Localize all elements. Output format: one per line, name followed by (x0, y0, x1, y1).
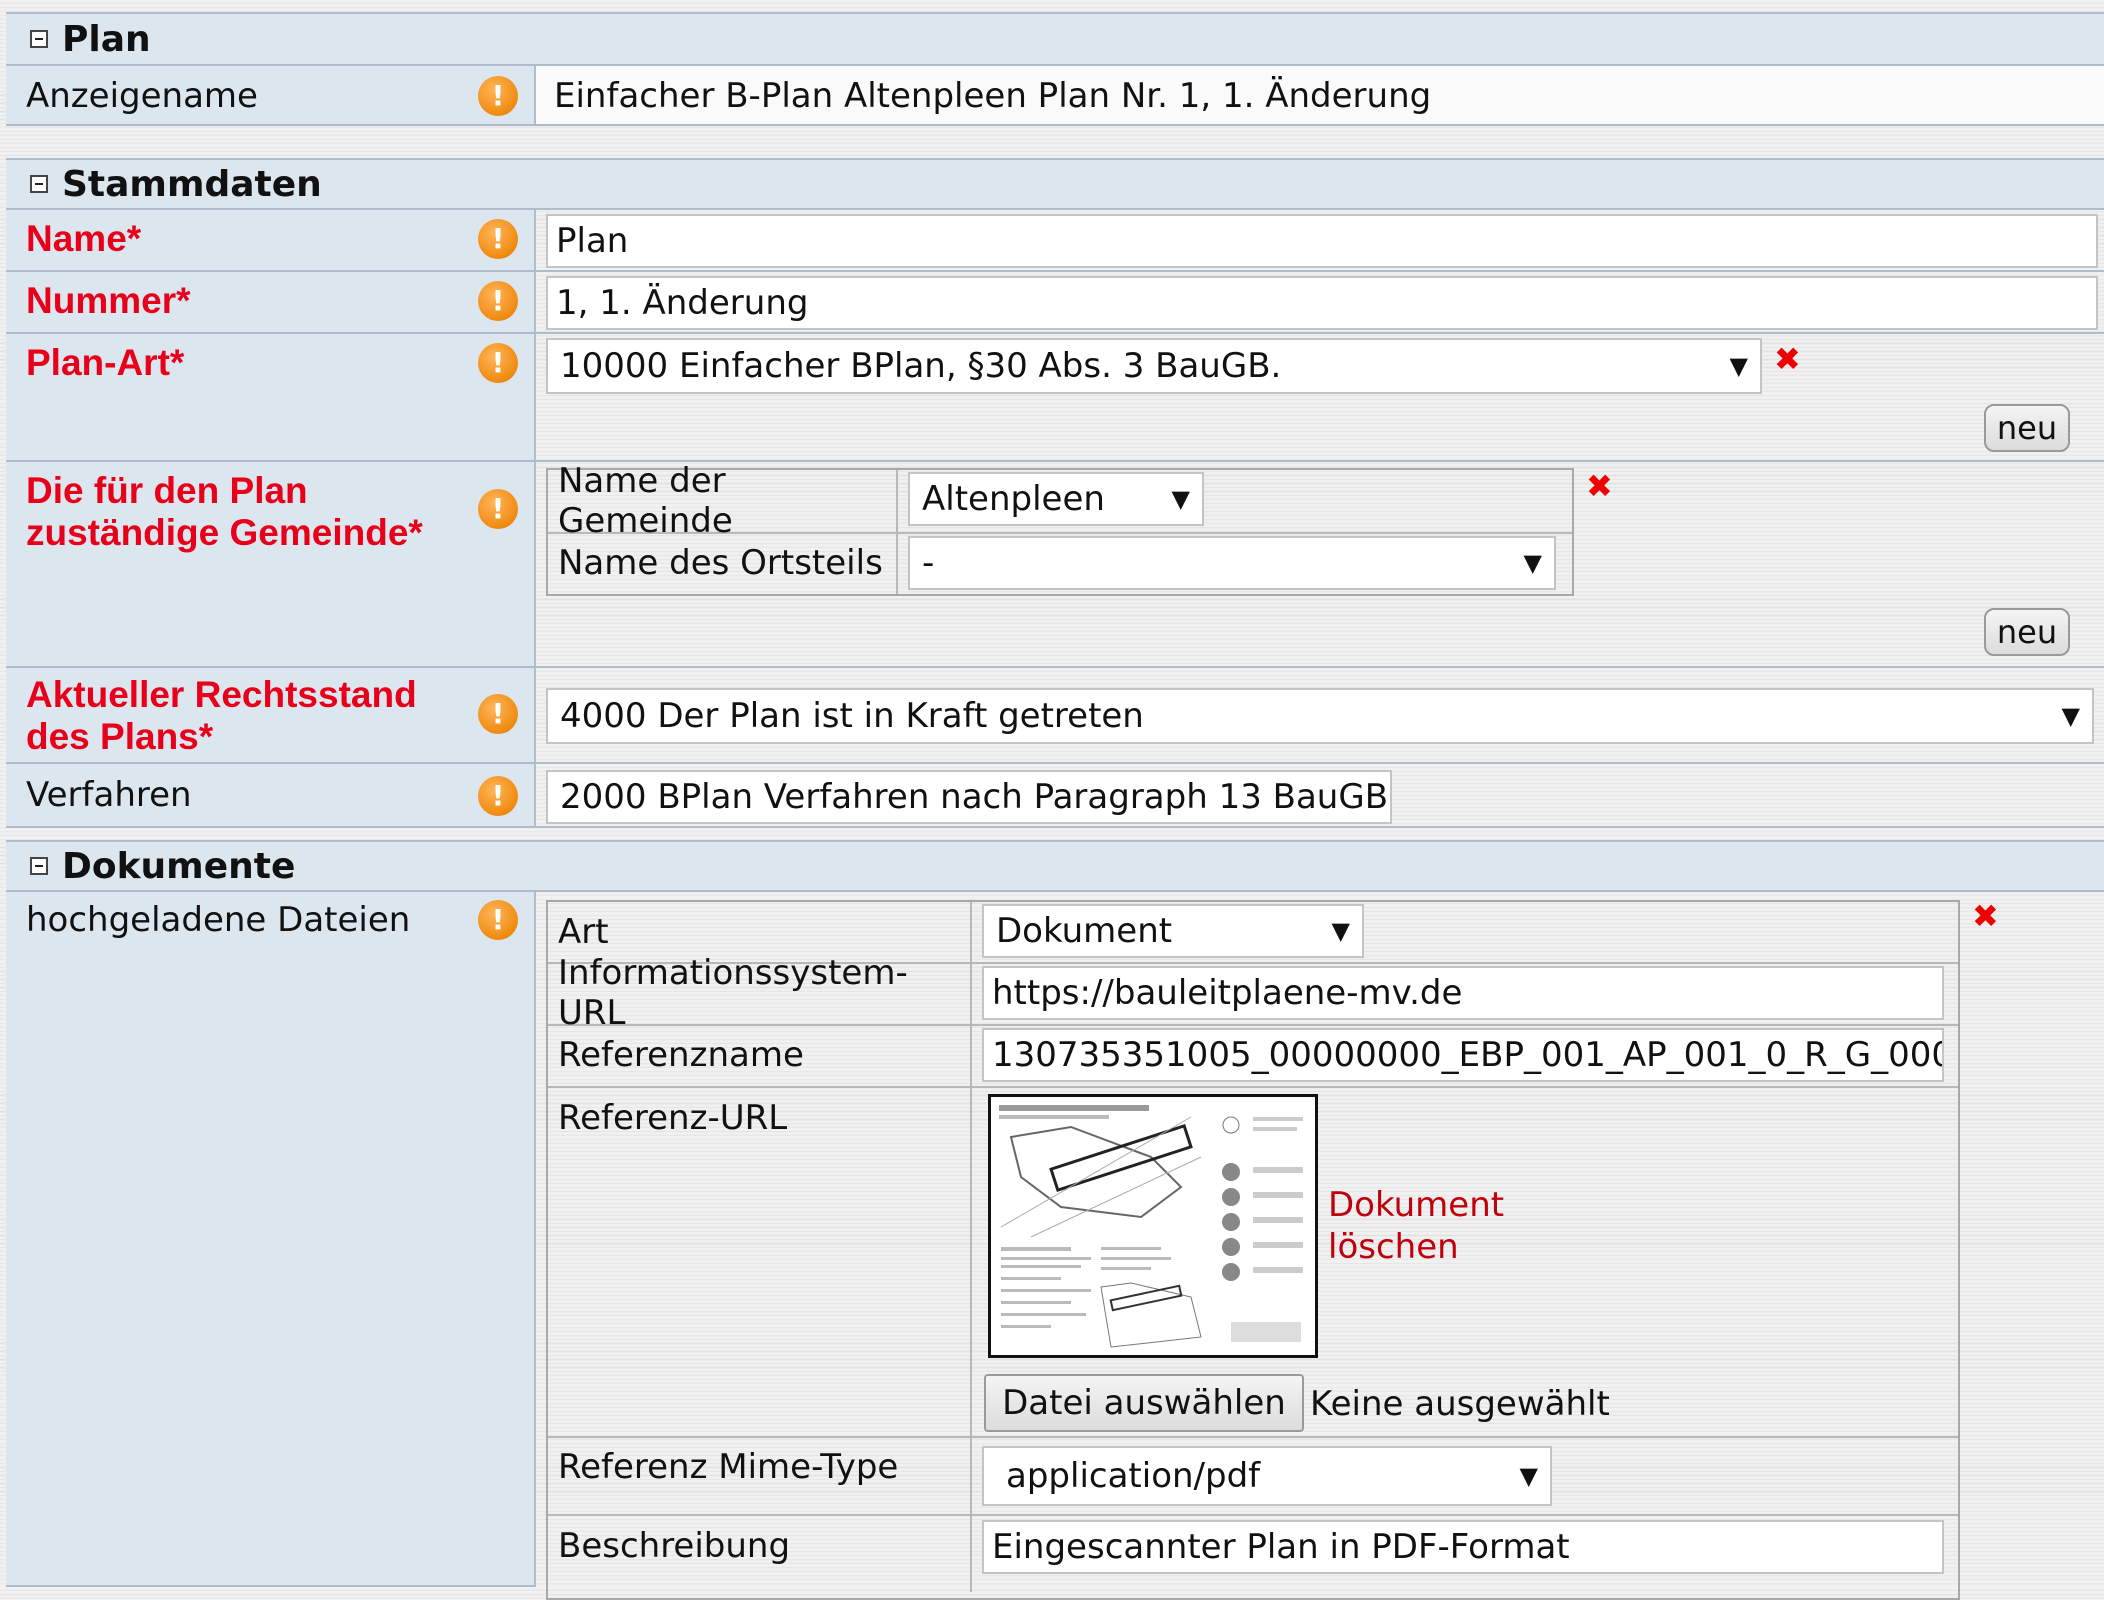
divider (548, 1514, 1958, 1516)
rechtsstand-label-cell: Aktueller Rechtsstand des Plans* (6, 668, 536, 764)
info-icon[interactable]: ! (478, 76, 518, 116)
chevron-down-icon: ▼ (1331, 917, 1350, 945)
neu-button[interactable]: neu (1984, 608, 2070, 656)
anzeigename-value-cell: Einfacher B-Plan Altenpleen Plan Nr. 1, … (534, 66, 2104, 126)
ortsteil-label: Name des Ortsteils (558, 543, 883, 583)
info-icon[interactable]: ! (478, 900, 518, 940)
collapse-icon[interactable] (30, 857, 48, 875)
art-select[interactable]: Dokument ▼ (982, 904, 1364, 958)
gemeinde-label-cell: Die für den Plan zuständige Gemeinde* (6, 462, 536, 668)
delete-icon[interactable]: ✖ (1774, 343, 1801, 375)
chevron-down-icon: ▼ (2061, 702, 2080, 730)
mime-label: Referenz Mime-Type (558, 1447, 899, 1487)
delete-icon[interactable]: ✖ (1586, 470, 1613, 502)
file-status: Keine ausgewählt (1310, 1384, 1610, 1424)
rechtsstand-select[interactable]: 4000 Der Plan ist in Kraft getreten ▼ (546, 688, 2094, 744)
verfahren-label-cell: Verfahren (6, 764, 536, 828)
beschreibung-input[interactable]: Eingescannter Plan in PDF-Format (982, 1520, 1944, 1574)
section-header-plan[interactable]: Plan (6, 12, 2104, 66)
datei-auswaehlen-button[interactable]: Datei auswählen (984, 1374, 1304, 1432)
infosys-label: Informationssystem-URL (558, 953, 908, 1033)
chevron-down-icon: ▼ (1729, 352, 1748, 380)
name-input[interactable]: Plan (546, 214, 2098, 268)
chevron-down-icon: ▼ (1171, 485, 1190, 513)
chevron-down-icon: ▼ (1523, 549, 1542, 577)
info-icon[interactable]: ! (478, 343, 518, 383)
referenzname-label: Referenzname (558, 1035, 804, 1075)
document-thumbnail[interactable] (988, 1094, 1318, 1358)
planart-label-cell: Plan-Art* (6, 334, 536, 462)
info-icon[interactable]: ! (478, 694, 518, 734)
verfahren-select[interactable]: 2000 BPlan Verfahren nach Paragraph 13 B… (546, 770, 1392, 824)
dateien-label-cell: hochgeladene Dateien (6, 892, 536, 1587)
ortsteil-select[interactable]: - ▼ (908, 536, 1556, 590)
nummer-input[interactable]: 1, 1. Änderung (546, 276, 2098, 330)
name-label-cell: Name* (6, 210, 536, 272)
info-icon[interactable]: ! (478, 281, 518, 321)
section-title: Stammdaten (62, 163, 322, 205)
dokument-loeschen-link[interactable]: Dokument löschen (1328, 1184, 1504, 1268)
neu-button[interactable]: neu (1984, 404, 2070, 452)
divider (548, 1436, 1958, 1438)
anzeigename-value: Einfacher B-Plan Altenpleen Plan Nr. 1, … (554, 76, 1432, 116)
delete-icon[interactable]: ✖ (1972, 900, 1999, 932)
section-title: Dokumente (62, 845, 296, 887)
chevron-down-icon: ▼ (1519, 1462, 1538, 1490)
gemeinde-name-select[interactable]: Altenpleen ▼ (908, 472, 1204, 526)
section-title: Plan (62, 18, 151, 60)
referenzurl-label: Referenz-URL (558, 1098, 788, 1138)
beschreibung-label: Beschreibung (558, 1526, 791, 1566)
collapse-icon[interactable] (30, 175, 48, 193)
collapse-icon[interactable] (30, 30, 48, 48)
infosys-input[interactable]: https://bauleitplaene-mv.de (982, 966, 1944, 1020)
referenzname-input[interactable]: 130735351005_00000000_EBP_001_AP_001_0_R… (982, 1028, 1944, 1082)
section-header-stammdaten[interactable]: Stammdaten (6, 158, 2104, 210)
divider (970, 902, 972, 1592)
plan-preview-icon (999, 1105, 1303, 1348)
art-label: Art (558, 912, 609, 952)
info-icon[interactable]: ! (478, 219, 518, 259)
info-icon[interactable]: ! (478, 489, 518, 529)
gemeinde-name-label: Name der Gemeinde (558, 461, 733, 541)
nummer-label-cell: Nummer* (6, 272, 536, 334)
anzeigename-label-cell: Anzeigename (6, 66, 536, 126)
info-icon[interactable]: ! (478, 776, 518, 816)
divider (548, 1086, 1958, 1088)
section-header-dokumente[interactable]: Dokumente (6, 840, 2104, 892)
mime-select[interactable]: application/pdf ▼ (982, 1446, 1552, 1506)
planart-select[interactable]: 10000 Einfacher BPlan, §30 Abs. 3 BauGB.… (546, 338, 1762, 394)
